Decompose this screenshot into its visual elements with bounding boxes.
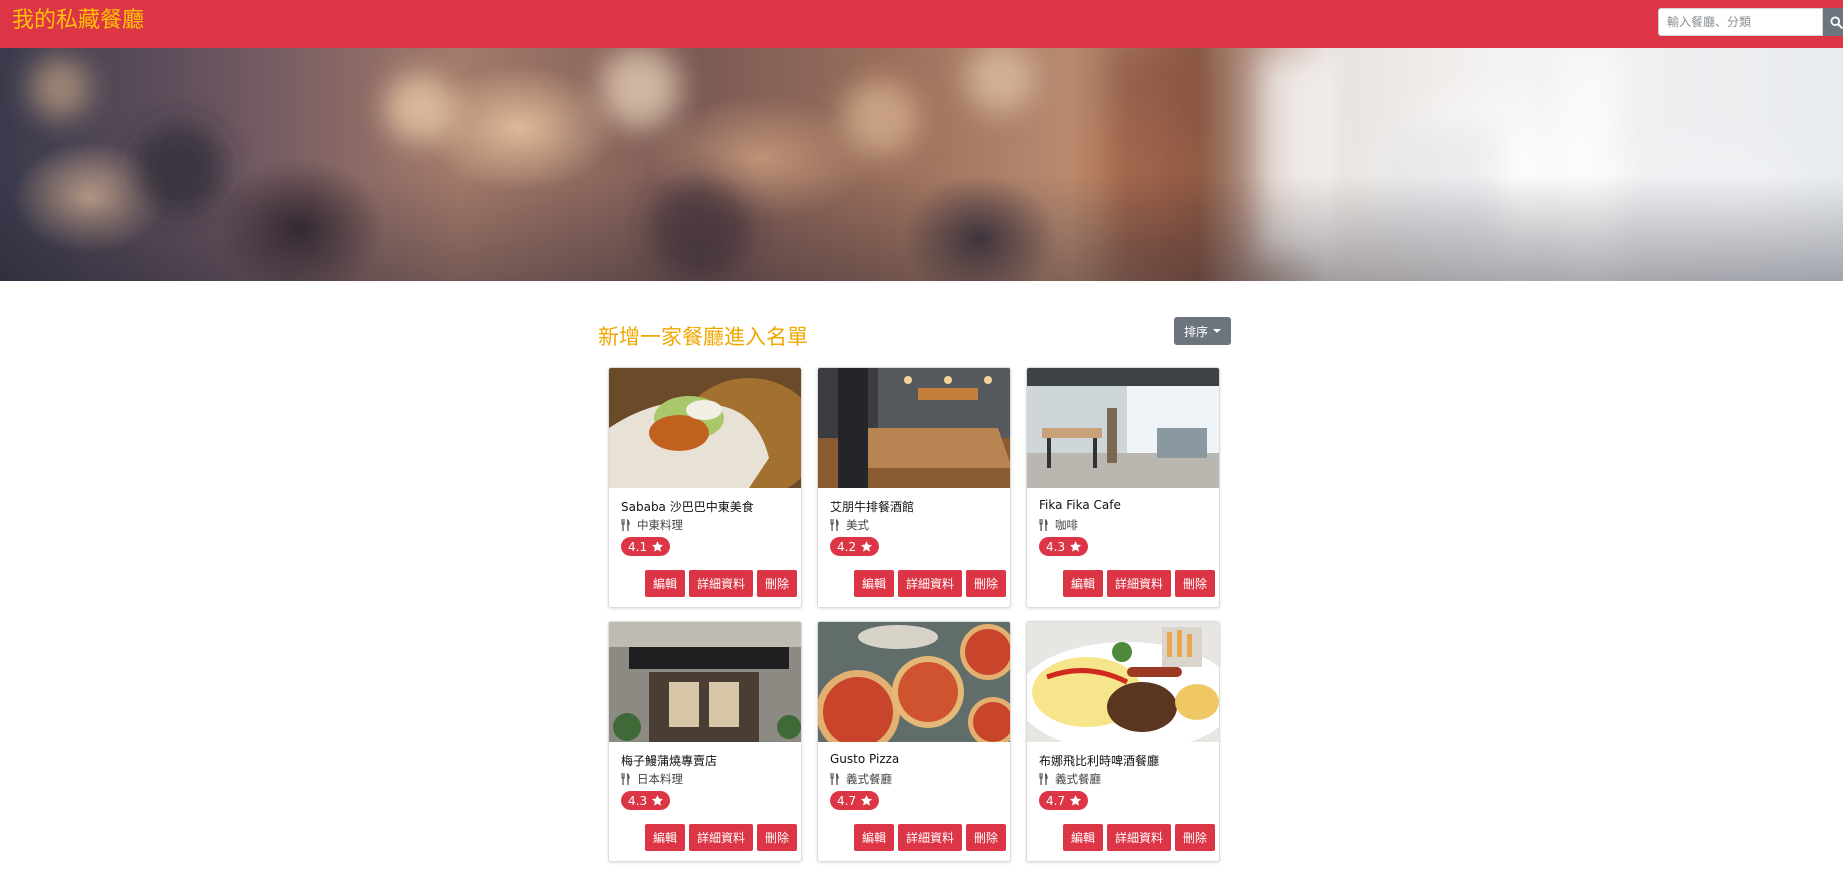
rating-value: 4.2	[837, 539, 857, 554]
restaurant-name: Fika Fika Cafe	[1039, 498, 1121, 512]
caret-down-icon	[1213, 329, 1221, 333]
search-form	[1658, 8, 1843, 36]
edit-button[interactable]: 編輯	[644, 570, 685, 597]
rating-badge: 4.7	[1039, 791, 1089, 810]
sort-label: 排序	[1183, 324, 1208, 339]
search-icon	[1829, 15, 1843, 29]
hero-banner-image	[0, 48, 1843, 281]
restaurant-name: Sababa 沙巴巴中東美食	[621, 500, 754, 514]
restaurant-card[interactable]: 布娜飛比利時啤酒餐廳 義式餐廳 4.7 編輯 詳細資料 刪除	[1026, 621, 1220, 862]
card-actions: 編輯 詳細資料 刪除	[853, 824, 1006, 851]
restaurant-card[interactable]: Fika Fika Cafe 咖啡 4.3 編輯 詳細資料 刪除	[1026, 367, 1220, 608]
delete-button[interactable]: 刪除	[1174, 570, 1215, 597]
restaurant-category: 美式	[830, 517, 869, 533]
omelette-plate-photo[interactable]	[1027, 622, 1219, 742]
detail-button[interactable]: 詳細資料	[897, 824, 962, 851]
category-label: 美式	[846, 518, 869, 532]
search-input[interactable]	[1658, 8, 1823, 36]
restaurant-category: 義式餐廳	[1039, 771, 1101, 787]
restaurant-category: 咖啡	[1039, 517, 1078, 533]
rating-value: 4.3	[1046, 539, 1066, 554]
restaurant-category: 中東料理	[621, 517, 683, 533]
rating-badge: 4.7	[830, 791, 880, 810]
rating-value: 4.7	[837, 793, 857, 808]
rating-value: 4.7	[1046, 793, 1066, 808]
star-icon	[861, 541, 873, 552]
restaurant-name: 梅子鰻蒲燒專賣店	[621, 754, 718, 768]
delete-button[interactable]: 刪除	[965, 824, 1006, 851]
category-label: 義式餐廳	[1055, 772, 1101, 786]
rating-badge: 4.2	[830, 537, 880, 556]
restaurant-category: 日本料理	[621, 771, 683, 787]
star-icon	[652, 541, 664, 552]
edit-button[interactable]: 編輯	[644, 824, 685, 851]
card-actions: 編輯 詳細資料 刪除	[1062, 570, 1215, 597]
utensils-icon	[1039, 519, 1048, 531]
pizza-photo[interactable]	[818, 622, 1010, 742]
restaurant-category: 義式餐廳	[830, 771, 892, 787]
star-icon	[861, 795, 873, 806]
rating-badge: 4.3	[621, 791, 671, 810]
navbar: 我的私藏餐廳	[0, 0, 1843, 48]
star-icon	[652, 795, 664, 806]
category-label: 日本料理	[637, 772, 683, 786]
restaurant-card[interactable]: Gusto Pizza 義式餐廳 4.7 編輯 詳細資料 刪除	[817, 621, 1011, 862]
banner-overlay	[0, 48, 1843, 281]
cafe-interior-photo[interactable]	[1027, 368, 1219, 488]
detail-button[interactable]: 詳細資料	[1106, 570, 1171, 597]
edit-button[interactable]: 編輯	[1062, 824, 1103, 851]
restaurant-name: Gusto Pizza	[830, 752, 900, 766]
brand-logo[interactable]: 我的私藏餐廳	[12, 8, 144, 34]
card-actions: 編輯 詳細資料 刪除	[644, 824, 797, 851]
delete-button[interactable]: 刪除	[756, 570, 797, 597]
card-actions: 編輯 詳細資料 刪除	[644, 570, 797, 597]
delete-button[interactable]: 刪除	[756, 824, 797, 851]
card-actions: 編輯 詳細資料 刪除	[1062, 824, 1215, 851]
restaurant-card[interactable]: 梅子鰻蒲燒專賣店 日本料理 4.3 編輯 詳細資料 刪除	[608, 621, 802, 862]
sort-dropdown-button[interactable]: 排序	[1174, 317, 1231, 345]
rating-badge: 4.3	[1039, 537, 1089, 556]
category-label: 中東料理	[637, 518, 683, 532]
wrap-food-photo[interactable]	[609, 368, 801, 488]
storefront-photo[interactable]	[609, 622, 801, 742]
detail-button[interactable]: 詳細資料	[688, 824, 753, 851]
category-label: 咖啡	[1055, 518, 1078, 532]
star-icon	[1070, 795, 1082, 806]
delete-button[interactable]: 刪除	[1174, 824, 1215, 851]
category-label: 義式餐廳	[846, 772, 892, 786]
restaurant-interior-photo[interactable]	[818, 368, 1010, 488]
utensils-icon	[830, 519, 839, 531]
restaurant-card[interactable]: Sababa 沙巴巴中東美食 中東料理 4.1 編輯 詳細資料 刪除	[608, 367, 802, 608]
add-restaurant-link[interactable]: 新增一家餐廳進入名單	[598, 323, 808, 351]
utensils-icon	[621, 773, 630, 785]
utensils-icon	[1039, 773, 1048, 785]
restaurant-name: 艾朋牛排餐酒館	[830, 500, 915, 514]
restaurant-card[interactable]: 艾朋牛排餐酒館 美式 4.2 編輯 詳細資料 刪除	[817, 367, 1011, 608]
card-actions: 編輯 詳細資料 刪除	[853, 570, 1006, 597]
edit-button[interactable]: 編輯	[853, 570, 894, 597]
detail-button[interactable]: 詳細資料	[688, 570, 753, 597]
utensils-icon	[621, 519, 630, 531]
utensils-icon	[830, 773, 839, 785]
delete-button[interactable]: 刪除	[965, 570, 1006, 597]
star-icon	[1070, 541, 1082, 552]
rating-value: 4.1	[628, 539, 648, 554]
rating-badge: 4.1	[621, 537, 671, 556]
edit-button[interactable]: 編輯	[853, 824, 894, 851]
edit-button[interactable]: 編輯	[1062, 570, 1103, 597]
detail-button[interactable]: 詳細資料	[897, 570, 962, 597]
detail-button[interactable]: 詳細資料	[1106, 824, 1171, 851]
search-button[interactable]	[1823, 8, 1843, 36]
rating-value: 4.3	[628, 793, 648, 808]
restaurant-name: 布娜飛比利時啤酒餐廳	[1039, 754, 1160, 768]
